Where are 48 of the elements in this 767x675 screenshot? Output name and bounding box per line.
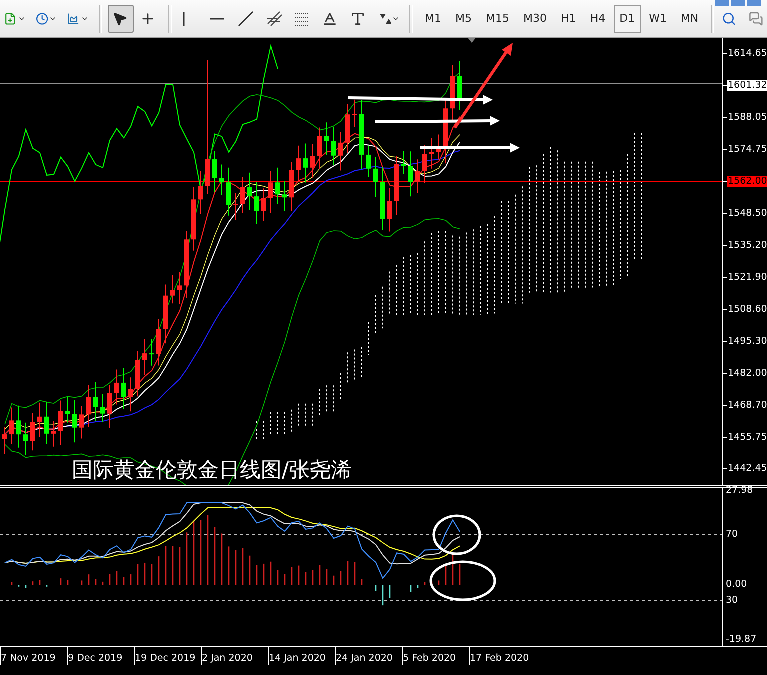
timeframe-button[interactable]: M15: [480, 4, 516, 32]
price-label: 1614.65: [727, 48, 767, 60]
date-label: 19 Dec 2019: [134, 647, 201, 665]
new-chart-icon: [4, 10, 17, 26]
price-label: 1574.75: [727, 144, 767, 156]
indicator-scale-label: 30: [726, 595, 738, 606]
timeframe-button[interactable]: H4: [584, 4, 612, 32]
timeframe-button[interactable]: M5: [450, 4, 478, 32]
price-label: 1548.50: [727, 208, 767, 220]
indicator-scale-label: 0.00: [726, 579, 748, 590]
text-label-icon: [350, 10, 366, 26]
timeframe-button[interactable]: W1: [643, 4, 673, 32]
price-marker: 1562.00: [727, 176, 767, 188]
price-label: 1442.45: [727, 463, 767, 474]
toolbar-tool-button[interactable]: [108, 4, 134, 32]
date-label: 9 Dec 2019: [67, 647, 134, 665]
timeframe-button[interactable]: D1: [614, 4, 642, 32]
price-label: 1455.75: [727, 432, 767, 443]
price-label: 1588.05: [727, 112, 767, 124]
date-label: 14 Jan 2020: [268, 647, 335, 665]
price-label: 1508.60: [727, 304, 767, 315]
timeframe-button[interactable]: M30: [518, 4, 554, 32]
date-label: 7 Nov 2019: [0, 647, 67, 665]
timeframe-button[interactable]: MN: [674, 4, 705, 32]
date-label: 2 Jan 2020: [201, 647, 268, 665]
price-label: 1535.20: [727, 240, 767, 251]
price-label: 1482.00: [727, 368, 767, 379]
text-tool-icon: [322, 10, 338, 26]
price-marker: 1601.32: [727, 80, 767, 92]
price-label: 1495.30: [727, 336, 767, 347]
channel-icon: [266, 10, 284, 28]
clock-icon: [36, 10, 48, 26]
trend-line-icon: [238, 10, 254, 26]
price-label: 1468.70: [727, 400, 767, 411]
cursor-icon: [112, 10, 128, 26]
price-label: 1521.90: [727, 272, 767, 283]
horizontal-line-icon: [210, 16, 224, 20]
date-label: 24 Jan 2020: [335, 647, 402, 665]
indicator-scale-label: -19.87: [726, 634, 757, 645]
highlight-circle: [432, 514, 482, 556]
timeframe-button[interactable]: H1: [555, 4, 582, 32]
date-label: 17 Feb 2020: [469, 647, 536, 665]
vertical-line-icon: [182, 10, 186, 26]
chat-icon[interactable]: [748, 10, 764, 28]
timeframe-button[interactable]: M1: [419, 4, 448, 32]
indicator-scale-label: 70: [726, 529, 738, 540]
highlight-circle: [430, 560, 496, 602]
date-label: 5 Feb 2020: [402, 647, 469, 665]
